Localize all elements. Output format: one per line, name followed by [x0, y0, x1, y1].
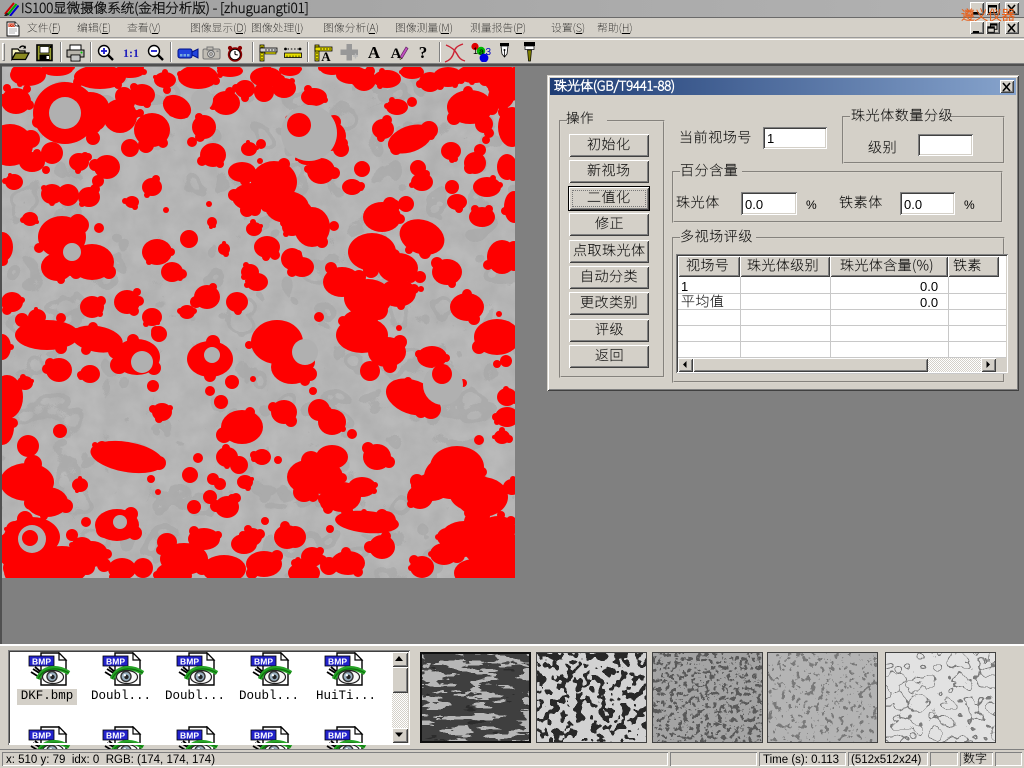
- svg-text:BMP: BMP: [32, 657, 51, 667]
- svg-text:1:1: 1:1: [123, 46, 139, 60]
- svg-text:BMP: BMP: [328, 657, 347, 667]
- svg-text:DOC: DOC: [9, 24, 17, 28]
- svg-text:BMP: BMP: [32, 731, 51, 741]
- svg-text:BMP: BMP: [106, 657, 125, 667]
- svg-text:BMP: BMP: [254, 731, 273, 741]
- svg-text:BMP: BMP: [254, 657, 273, 667]
- svg-text:BMP: BMP: [180, 657, 199, 667]
- svg-text:A: A: [321, 49, 331, 62]
- svg-text:BMP: BMP: [180, 731, 199, 741]
- svg-text:?: ?: [419, 43, 428, 61]
- svg-text:BMP: BMP: [106, 731, 125, 741]
- svg-text:BMP: BMP: [328, 731, 347, 741]
- svg-text:A: A: [368, 43, 381, 61]
